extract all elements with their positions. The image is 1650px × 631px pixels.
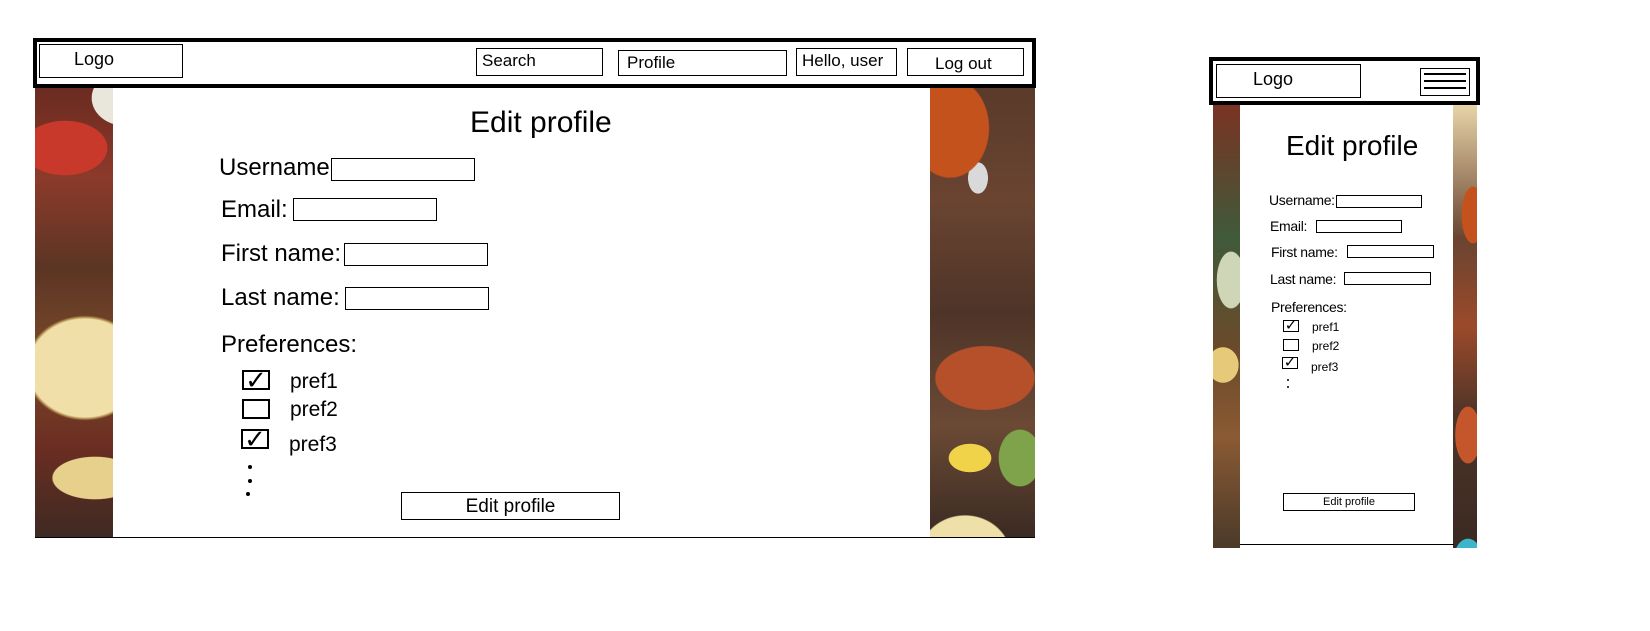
ellipsis-dot [1287,386,1289,388]
checkmark-icon: ✓ [245,370,267,390]
mobile-header: Logo [1209,57,1480,105]
pref3-label: pref3 [289,433,337,456]
last-name-input[interactable] [345,287,489,310]
pref3-checkbox[interactable]: ✓ [241,429,269,449]
last-name-label: Last name: [221,284,340,311]
profile-link-label: Profile [627,53,676,72]
ellipsis-dot [248,465,252,469]
checkmark-icon: ✓ [1283,357,1297,369]
last-name-label: Last name: [1270,271,1337,287]
logo-text: Logo [74,49,115,69]
mobile-main: Edit profile Username: Email: First name… [1240,105,1453,545]
search-input[interactable]: Search [476,48,603,76]
ellipsis-dot [248,479,252,483]
food-photo-left [1213,105,1240,548]
first-name-input[interactable] [344,243,488,266]
username-label: Username: [1269,192,1335,208]
last-name-input[interactable] [1344,272,1431,285]
pref3-label: pref3 [1311,360,1339,374]
username-label: Username: [219,154,337,181]
desktop-header: Logo Search Profile Hello, user Log out [33,38,1036,88]
pref2-checkbox[interactable] [1283,339,1299,351]
username-input[interactable] [1336,195,1422,208]
email-input[interactable] [293,198,437,221]
email-input[interactable] [1316,220,1402,233]
email-label: Email: [221,196,288,223]
user-greeting: Hello, user [796,48,897,76]
email-label: Email: [1270,218,1308,234]
pref1-label: pref1 [1312,320,1340,334]
page-title: Edit profile [470,106,612,139]
checkmark-icon: ✓ [244,429,266,449]
page-title: Edit profile [1286,130,1419,161]
pref2-checkbox[interactable] [242,399,270,419]
user-greeting-text: Hello, user [802,51,884,70]
ellipsis-dot [246,492,250,496]
search-placeholder: Search [482,51,536,70]
edit-profile-button[interactable]: Edit profile [1283,493,1415,511]
menu-line [1424,80,1466,82]
desktop-main: Edit profile Username: Email: First name… [113,88,930,538]
ellipsis-dot [1287,379,1289,381]
edit-profile-button[interactable]: Edit profile [401,492,620,520]
pref1-checkbox[interactable]: ✓ [242,370,270,390]
desktop-bottom-border [35,537,1035,538]
first-name-label: First name: [1271,244,1338,260]
pref3-checkbox[interactable]: ✓ [1282,357,1298,369]
food-photo-right [930,88,1035,538]
logout-button[interactable]: Log out [907,48,1024,76]
preferences-label: Preferences: [1271,299,1347,315]
menu-line [1424,73,1466,75]
username-input[interactable] [331,158,475,181]
preferences-label: Preferences: [221,331,358,358]
logout-button-label: Log out [935,54,992,73]
pref2-label: pref2 [290,398,338,421]
pref2-label: pref2 [1312,339,1340,353]
menu-line [1424,87,1466,89]
checkmark-icon: ✓ [1284,320,1298,332]
logo[interactable]: Logo [1216,64,1361,98]
pref1-checkbox[interactable]: ✓ [1283,320,1299,332]
logo[interactable]: Logo [39,44,183,78]
hamburger-menu-icon[interactable] [1420,68,1470,96]
mobile-bottom-border [1240,544,1454,545]
pref1-label: pref1 [290,370,338,393]
food-photo-right [1453,105,1477,548]
logo-text: Logo [1253,69,1294,89]
first-name-label: First name: [221,240,342,267]
profile-link[interactable]: Profile [618,50,787,76]
food-photo-left [35,88,113,538]
first-name-input[interactable] [1347,245,1434,258]
